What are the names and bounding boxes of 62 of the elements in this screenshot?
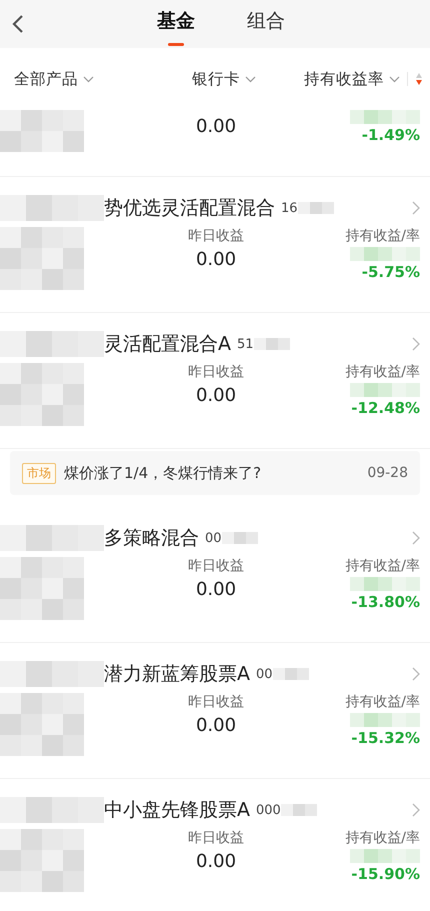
news-date: 09-28 <box>367 465 408 481</box>
redaction-mosaic <box>298 202 334 214</box>
holding-label: 持有收益/率 <box>345 693 420 711</box>
chevron-right-icon[interactable] <box>412 201 420 215</box>
tab[interactable]: 基金 <box>157 4 195 48</box>
holding-label: 持有收益/率 <box>345 829 420 847</box>
yesterday-value: 0.00 <box>196 579 236 600</box>
fund-code: 51 <box>237 336 254 352</box>
redaction-mosaic <box>350 247 420 261</box>
yesterday-label: 昨日收益 <box>188 363 244 381</box>
news-tag: 市场 <box>22 462 56 484</box>
filter-dropdown[interactable]: 全部产品 <box>14 68 94 90</box>
fund-code: 00 <box>205 530 222 546</box>
yesterday-value: 0.00 <box>196 249 236 270</box>
holding-label: 持有收益/率 <box>345 227 420 245</box>
chevron-right-icon[interactable] <box>412 531 420 545</box>
sort-icon[interactable] <box>407 72 424 86</box>
redaction-mosaic <box>350 383 420 397</box>
holding-rate: -13.80% <box>351 593 420 611</box>
fund-code: 00 <box>256 666 273 682</box>
yesterday-label: 昨日收益 <box>188 693 244 711</box>
holding-label: 持有收益/率 <box>345 557 420 575</box>
redaction-mosaic <box>280 804 317 816</box>
fund-code: 16 <box>281 200 298 216</box>
dropdown-caret-icon <box>83 76 94 82</box>
holding-rate: -12.48% <box>351 399 420 417</box>
tab[interactable]: 组合 <box>247 4 285 48</box>
yesterday-label: 昨日收益 <box>188 227 244 245</box>
news-title: 煤价涨了1/4，冬煤行情来了? <box>64 464 262 482</box>
holding-rate: -1.49% <box>362 126 420 144</box>
yesterday-label: 昨日收益 <box>188 829 244 847</box>
redaction-mosaic <box>350 577 420 591</box>
dropdown-caret-icon <box>389 76 400 82</box>
yesterday-value: 0.00 <box>196 851 236 872</box>
filter-dropdown[interactable]: 持有收益率 <box>304 68 400 90</box>
filter-dropdown[interactable]: 银行卡 <box>192 68 256 90</box>
news-banner[interactable]: 市场 煤价涨了1/4，冬煤行情来了? 09-28 <box>10 451 420 495</box>
holding-label: 持有收益/率 <box>345 363 420 381</box>
fund-name: 势优选灵活配置混合 <box>104 196 275 221</box>
holding-rate: -5.75% <box>362 263 420 281</box>
redaction-mosaic <box>222 532 258 544</box>
yesterday-value: 0.00 <box>196 116 236 137</box>
chevron-right-icon[interactable] <box>412 667 420 681</box>
back-chevron-icon <box>12 14 24 34</box>
redaction-mosaic <box>254 338 290 350</box>
chevron-right-icon[interactable] <box>412 803 420 817</box>
fund-name: 中小盘先锋股票A <box>104 798 250 823</box>
holding-rate: -15.90% <box>351 865 420 883</box>
yesterday-value: 0.00 <box>196 715 236 736</box>
fund-name: 灵活配置混合A <box>104 332 231 357</box>
fund-code: 000 <box>256 802 281 818</box>
redaction-mosaic <box>350 713 420 727</box>
chevron-right-icon[interactable] <box>412 337 420 351</box>
redaction-mosaic <box>350 849 420 863</box>
dropdown-caret-icon <box>245 76 256 82</box>
yesterday-label: 昨日收益 <box>188 557 244 575</box>
fund-name: 潜力新蓝筹股票A <box>104 662 250 687</box>
fund-name: 多策略混合 <box>104 526 199 551</box>
holding-rate: -15.32% <box>351 729 420 747</box>
yesterday-value: 0.00 <box>196 385 236 406</box>
redaction-mosaic <box>272 668 309 680</box>
redaction-mosaic <box>350 110 420 124</box>
